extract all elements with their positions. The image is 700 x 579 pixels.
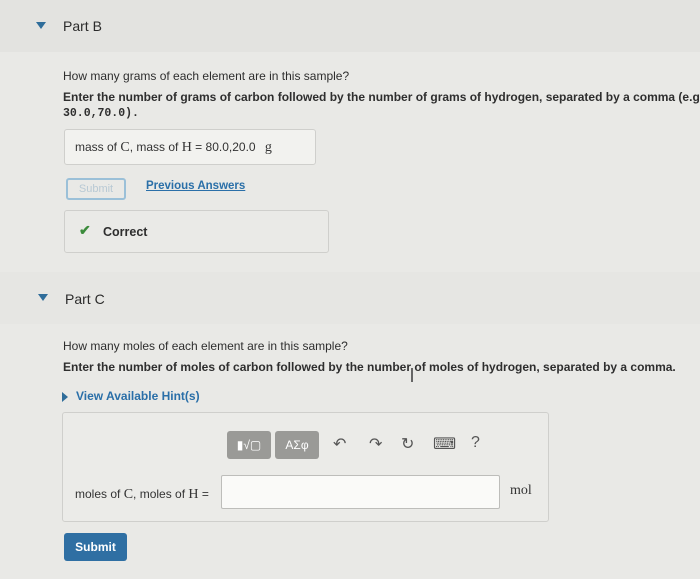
part-b-submit-button[interactable]: Submit — [66, 178, 126, 200]
part-c-question: How many moles of each element are in th… — [63, 339, 348, 353]
part-c-instruction: Enter the number of moles of carbon foll… — [63, 360, 676, 374]
correct-label: Correct — [103, 225, 148, 239]
previous-answers-link[interactable]: Previous Answers — [146, 180, 245, 192]
symbols-button[interactable]: ΑΣφ — [275, 431, 319, 459]
reset-icon[interactable]: ↻ — [401, 434, 414, 454]
part-c-header[interactable]: Part C — [0, 272, 700, 324]
part-b-header[interactable]: Part B — [0, 0, 700, 52]
hint-label: View Available Hint(s) — [76, 389, 200, 403]
part-c-submit-button[interactable]: Submit — [64, 533, 127, 561]
chevron-down-icon[interactable] — [38, 294, 48, 301]
part-b-answer-value: 80.0,20.0 — [205, 140, 256, 154]
part-b-title: Part B — [63, 18, 102, 34]
view-hints-link[interactable]: View Available Hint(s) — [62, 389, 200, 403]
help-icon[interactable]: ? — [471, 434, 480, 452]
keyboard-icon[interactable]: ⌨ — [433, 434, 456, 454]
part-c-title: Part C — [65, 291, 105, 307]
part-c-answer-input[interactable] — [221, 475, 500, 509]
undo-icon[interactable]: ↶ — [333, 434, 346, 454]
part-c-unit: mol — [510, 483, 532, 498]
templates-button[interactable]: ▮√▢ — [227, 431, 271, 459]
part-b-unit: g — [264, 140, 272, 155]
part-b-answer-label: mass of C, mass of H = 80.0,20.0 g — [75, 140, 272, 155]
correct-feedback: ✔ Correct — [64, 210, 329, 253]
checkmark-icon: ✔ — [79, 222, 91, 238]
part-b-answer-display: mass of C, mass of H = 80.0,20.0 g — [64, 129, 316, 165]
chevron-right-icon — [62, 391, 68, 402]
redo-icon[interactable]: ↷ — [369, 434, 382, 454]
text-cursor-icon — [411, 368, 413, 382]
part-b-question: How many grams of each element are in th… — [63, 69, 350, 83]
answer-editor: ▮√▢ ΑΣφ ↶ ↷ ↻ ⌨ ? moles of C, moles of H… — [62, 412, 549, 522]
part-b-example: 30.0,70.0). — [63, 107, 139, 120]
part-b-instruction: Enter the number of grams of carbon foll… — [63, 90, 700, 104]
chevron-down-icon[interactable] — [36, 22, 46, 29]
part-c-answer-label: moles of C, moles of H = — [75, 487, 209, 502]
